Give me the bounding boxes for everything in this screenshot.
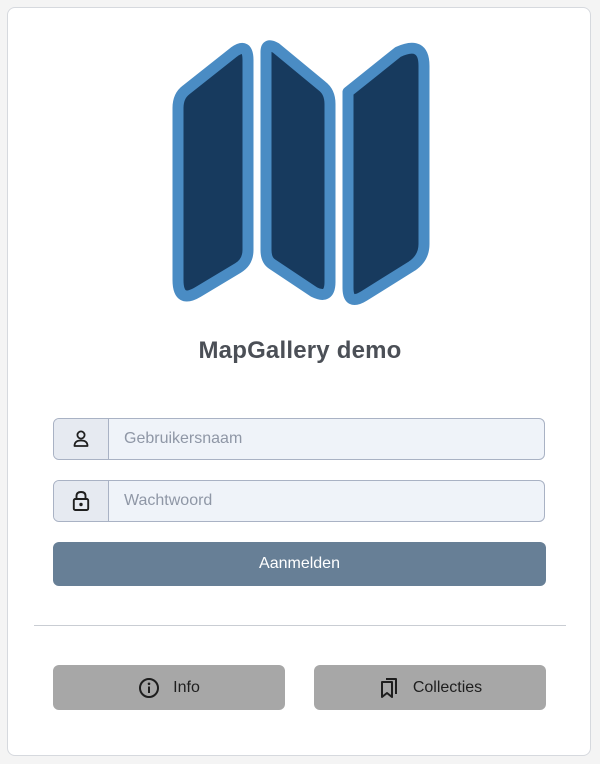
user-icon bbox=[54, 419, 109, 459]
info-button-label: Info bbox=[173, 678, 200, 696]
collections-button-label: Collecties bbox=[412, 678, 483, 696]
divider bbox=[34, 625, 566, 626]
app-title: MapGallery demo bbox=[198, 337, 402, 364]
info-button[interactable]: Info bbox=[53, 665, 285, 710]
logo-panel-middle bbox=[260, 40, 336, 300]
info-icon bbox=[138, 677, 160, 699]
logo-panel-left bbox=[172, 42, 254, 302]
password-input-group bbox=[53, 480, 545, 522]
username-input-group bbox=[53, 418, 545, 460]
login-button[interactable]: Aanmelden bbox=[53, 542, 546, 586]
bookmarks-icon bbox=[378, 677, 400, 699]
username-input[interactable] bbox=[109, 419, 544, 459]
logo-panel-right bbox=[342, 42, 430, 306]
collections-button[interactable]: Collecties bbox=[314, 665, 546, 710]
map-logo bbox=[172, 40, 430, 306]
lock-icon bbox=[54, 481, 109, 521]
password-input[interactable] bbox=[109, 481, 544, 521]
